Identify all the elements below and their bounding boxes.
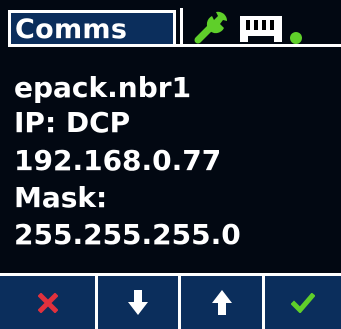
arrow-up-icon bbox=[211, 289, 232, 315]
x-icon bbox=[37, 292, 58, 313]
ip-address-text: 192.168.0.77 bbox=[14, 144, 222, 177]
down-button[interactable] bbox=[98, 276, 178, 329]
hostname-text: epack.nbr1 bbox=[14, 71, 192, 104]
link-status-dot bbox=[290, 32, 302, 44]
mask-value-text: 255.255.255.0 bbox=[14, 218, 241, 251]
page-title: Comms bbox=[15, 14, 128, 45]
device-screen: Comms epack.nbr1 IP: DCP 192.168.0.77 Ma… bbox=[0, 0, 341, 329]
mask-label: Mask: bbox=[14, 181, 108, 214]
arrow-down-icon bbox=[128, 289, 148, 315]
ethernet-port-icon bbox=[240, 16, 282, 42]
cancel-button[interactable] bbox=[0, 276, 95, 329]
ip-mode-text: IP: DCP bbox=[14, 106, 131, 139]
up-button[interactable] bbox=[181, 276, 262, 329]
check-icon bbox=[291, 292, 315, 313]
confirm-button[interactable] bbox=[265, 276, 341, 329]
wrench-icon[interactable] bbox=[190, 8, 232, 44]
